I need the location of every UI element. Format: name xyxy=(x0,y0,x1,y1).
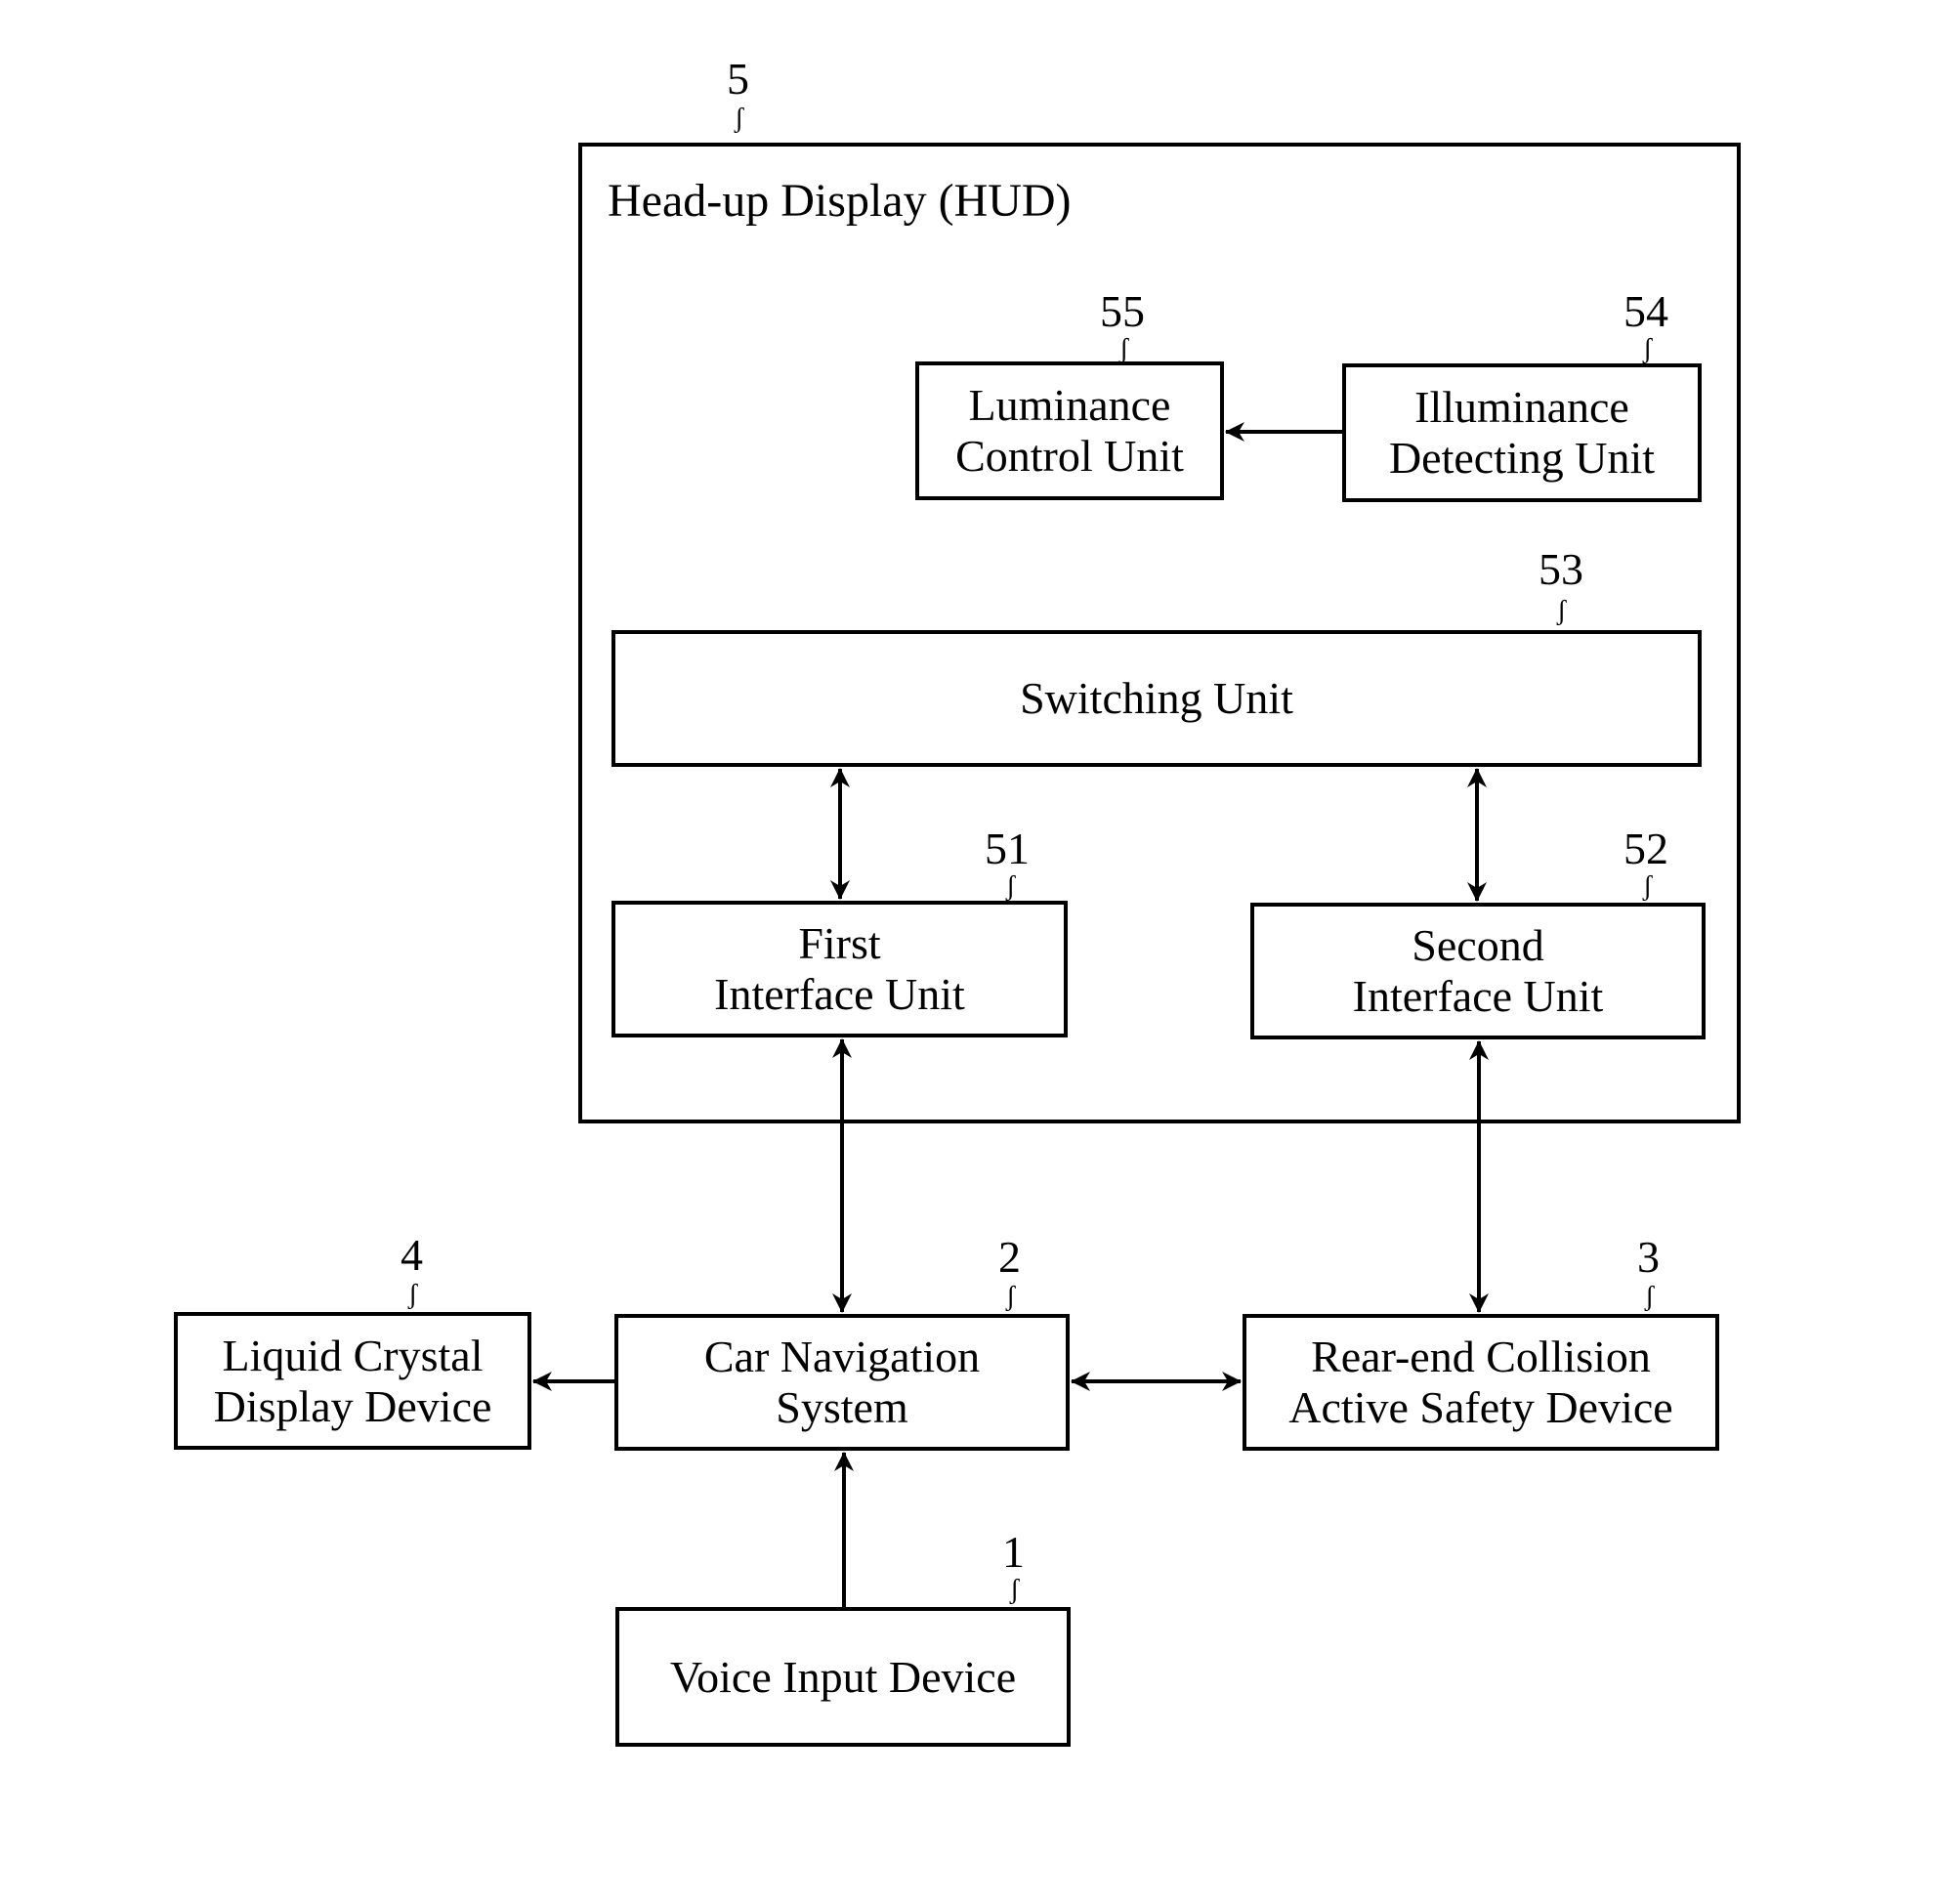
illuminance-detecting-unit-block: Illuminance Detecting Unit xyxy=(1342,363,1702,502)
second-interface-ref-label: 52 xyxy=(1623,824,1668,873)
rear-end-line-1: Rear-end Collision xyxy=(1311,1332,1651,1381)
first-interface-unit-block: First Interface Unit xyxy=(611,901,1068,1037)
switching-line-1: Switching Unit xyxy=(1020,673,1293,723)
luminance-control-unit-block: Luminance Control Unit xyxy=(915,361,1224,500)
illuminance-line-2: Detecting Unit xyxy=(1388,433,1656,483)
rear-end-line-2: Active Safety Device xyxy=(1288,1382,1673,1432)
rear-end-leader-mark: ʃ xyxy=(1645,1282,1655,1312)
illuminance-ref-label: 54 xyxy=(1623,286,1668,336)
car-navigation-ref-label: 2 xyxy=(998,1232,1021,1282)
second-interface-line-1: Second xyxy=(1412,920,1544,970)
car-navigation-system-block: Car Navigation System xyxy=(614,1314,1070,1451)
illuminance-leader-mark: ʃ xyxy=(1643,334,1653,364)
rear-end-ref-label: 3 xyxy=(1637,1232,1660,1282)
hud-leader-mark: ʃ xyxy=(735,104,744,134)
second-interface-leader-mark: ʃ xyxy=(1643,871,1653,902)
lcd-ref-label: 4 xyxy=(400,1230,423,1280)
switching-unit-block: Switching Unit xyxy=(611,630,1702,767)
lcd-leader-mark: ʃ xyxy=(408,1280,418,1310)
first-interface-line-1: First xyxy=(798,918,881,968)
switching-ref-label: 53 xyxy=(1539,544,1583,594)
first-interface-ref-label: 51 xyxy=(985,824,1030,873)
luminance-leader-mark: ʃ xyxy=(1119,334,1129,364)
voice-input-leader-mark: ʃ xyxy=(1010,1575,1020,1605)
second-interface-unit-block: Second Interface Unit xyxy=(1250,903,1706,1039)
luminance-ref-label: 55 xyxy=(1100,286,1145,336)
first-interface-line-2: Interface Unit xyxy=(714,969,965,1019)
rear-end-collision-device-block: Rear-end Collision Active Safety Device xyxy=(1243,1314,1719,1451)
voice-input-ref-label: 1 xyxy=(1002,1527,1025,1577)
lcd-line-2: Display Device xyxy=(213,1380,492,1431)
second-interface-line-2: Interface Unit xyxy=(1352,971,1604,1021)
car-navigation-line-1: Car Navigation xyxy=(703,1332,981,1381)
voice-input-line-1: Voice Input Device xyxy=(669,1651,1017,1702)
switching-leader-mark: ʃ xyxy=(1557,596,1567,626)
voice-input-device-block: Voice Input Device xyxy=(615,1607,1071,1747)
car-navigation-line-2: System xyxy=(776,1382,908,1432)
illuminance-line-1: Illuminance xyxy=(1414,382,1629,432)
car-navigation-leader-mark: ʃ xyxy=(1006,1282,1016,1312)
luminance-line-1: Luminance xyxy=(968,380,1171,430)
luminance-line-2: Control Unit xyxy=(955,431,1184,481)
first-interface-leader-mark: ʃ xyxy=(1006,871,1016,902)
hud-ref-label: 5 xyxy=(727,54,749,104)
hud-title: Head-up Display (HUD) xyxy=(608,175,1072,227)
lcd-line-1: Liquid Crystal xyxy=(222,1330,484,1380)
lcd-device-block: Liquid Crystal Display Device xyxy=(174,1312,531,1450)
